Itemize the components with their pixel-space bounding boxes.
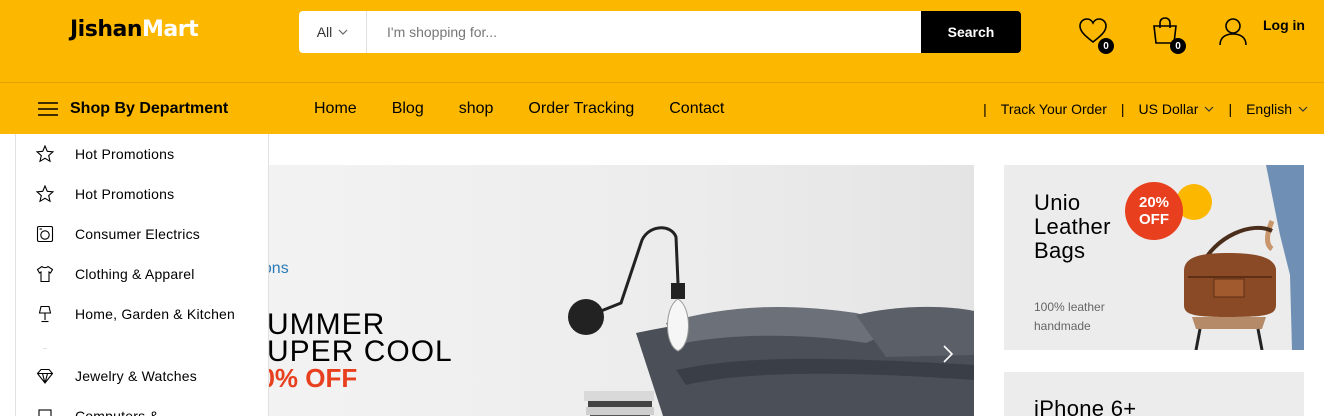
nav-link-shop[interactable]: shop <box>459 100 494 118</box>
nav-separator: | <box>1120 101 1125 117</box>
department-item-clothing[interactable]: Clothing & Apparel <box>16 254 268 294</box>
dash-icon <box>43 348 47 349</box>
shop-by-department-button[interactable]: Shop By Department <box>38 83 228 135</box>
nav-separator: | <box>983 101 987 117</box>
user-icon <box>1219 18 1247 46</box>
account-button[interactable] <box>1218 16 1252 50</box>
hero-banner[interactable]: otions SUMMER SUPER COOL 40% OFF <box>246 165 974 416</box>
promo-iphone[interactable]: iPhone 6+ <box>1004 372 1304 416</box>
nav-link-order-tracking[interactable]: Order Tracking <box>528 100 634 118</box>
chevron-right-icon[interactable] <box>941 343 955 365</box>
track-order-link[interactable]: Track Your Order <box>1001 101 1107 117</box>
shirt-icon <box>36 265 54 283</box>
promo-bags-title: Unio Leather Bags <box>1034 191 1111 263</box>
department-menu: Hot Promotions Hot Promotions Consumer E… <box>15 134 269 416</box>
logo-text-2: Mart <box>142 17 199 42</box>
department-item-label: Hot Promotions <box>75 146 175 162</box>
language-value: English <box>1246 101 1292 117</box>
promo-bags-desc-line2: handmade <box>1034 319 1091 333</box>
department-item-hot-promotions[interactable]: Hot Promotions <box>16 174 268 214</box>
promo-bags-discount-percent: 20% <box>1138 194 1170 211</box>
main-nav: Shop By Department Home Blog shop Order … <box>0 82 1324 134</box>
search-input[interactable] <box>367 11 921 53</box>
star-icon <box>36 185 54 203</box>
department-item-label: Jewelry & Watches <box>75 368 197 384</box>
promo-bags-desc-line1: 100% leather <box>1034 300 1105 314</box>
department-item-label: Home, Garden & Kitchen <box>75 306 236 322</box>
cart-count-badge: 0 <box>1170 38 1186 54</box>
promo-bags-description: 100% leather handmade <box>1034 298 1105 336</box>
lamp-icon <box>38 305 52 323</box>
department-item-label: Consumer Electrics <box>75 226 200 242</box>
diamond-icon <box>36 368 54 384</box>
department-item-label: Computers & <box>75 408 159 416</box>
search-category-select[interactable]: All <box>299 11 367 53</box>
star-icon <box>36 145 54 163</box>
promo-bags-title-line3: Bags <box>1034 238 1086 263</box>
department-item-jewelry[interactable]: Jewelry & Watches <box>16 356 268 396</box>
department-item-partial[interactable] <box>16 334 268 356</box>
currency-select[interactable]: US Dollar <box>1139 101 1215 117</box>
cart-button[interactable]: 0 <box>1150 16 1186 54</box>
logo-text-1: Jishan <box>70 17 143 42</box>
promo-bags-discount-badge: 20% OFF <box>1125 182 1183 240</box>
washer-icon <box>36 225 54 243</box>
site-logo[interactable]: JishanMart <box>70 17 199 42</box>
promo-iphone-title: iPhone 6+ <box>1034 396 1137 416</box>
currency-value: US Dollar <box>1138 101 1199 117</box>
search-button[interactable]: Search <box>921 11 1021 53</box>
top-header: JishanMart All Search 0 0 Log in <box>0 0 1324 82</box>
department-item-hot-promotions[interactable]: Hot Promotions <box>16 134 268 174</box>
chevron-down-icon <box>1205 106 1214 112</box>
search-category-value: All <box>316 24 333 40</box>
promo-bags-title-line2: Leather <box>1034 214 1111 239</box>
department-item-home-garden[interactable]: Home, Garden & Kitchen <box>16 294 268 334</box>
search-bar: All Search <box>299 11 1021 53</box>
nav-utilities: | Track Your Order | US Dollar | English <box>983 83 1308 135</box>
promo-bags-title-line1: Unio <box>1034 190 1081 215</box>
nav-links: Home Blog shop Order Tracking Contact <box>314 83 759 135</box>
promo-bags-discount-off: OFF <box>1139 211 1169 228</box>
wishlist-button[interactable]: 0 <box>1078 16 1114 54</box>
track-order-label: Track Your Order <box>1000 101 1107 117</box>
promo-leather-bags[interactable]: Unio Leather Bags 100% leather handmade … <box>1004 165 1304 350</box>
language-select[interactable]: English <box>1246 101 1308 117</box>
chevron-down-icon <box>338 29 348 35</box>
nav-link-home[interactable]: Home <box>314 100 357 118</box>
laptop-icon <box>38 409 52 416</box>
nav-separator: | <box>1228 101 1233 117</box>
menu-icon <box>38 102 58 116</box>
department-label: Shop By Department <box>70 100 229 117</box>
department-item-label: Clothing & Apparel <box>75 266 195 282</box>
department-item-consumer-electrics[interactable]: Consumer Electrics <box>16 214 268 254</box>
chevron-down-icon <box>1298 106 1308 112</box>
department-item-computers[interactable]: Computers & <box>16 396 268 416</box>
department-item-label: Hot Promotions <box>75 186 175 202</box>
login-link[interactable]: Log in <box>1263 17 1305 33</box>
nav-link-blog[interactable]: Blog <box>392 100 424 118</box>
wishlist-count-badge: 0 <box>1098 38 1114 54</box>
nav-link-contact[interactable]: Contact <box>669 100 724 118</box>
